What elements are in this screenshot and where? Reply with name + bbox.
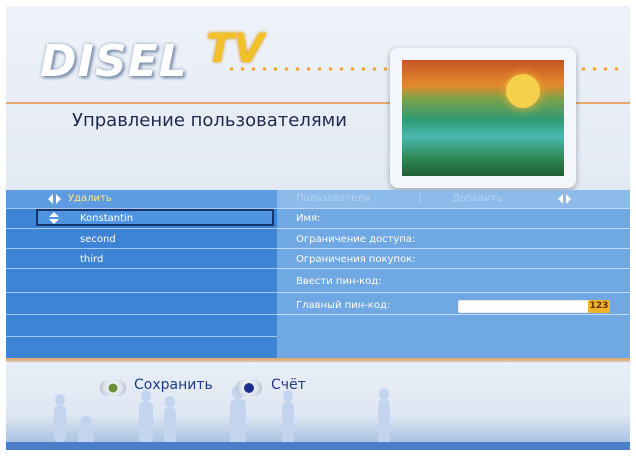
field-name-label: Имя:: [296, 213, 321, 224]
disel-tv-logo: DISEL TV: [40, 24, 280, 87]
tv-screen: DISEL TV Управление пользователями Удали…: [6, 6, 630, 450]
field-purchase-limit-label: Ограничения покупок:: [296, 254, 416, 265]
page-title: Управление пользователями: [72, 110, 347, 131]
user-list-header: [6, 190, 277, 208]
video-preview-frame: [390, 48, 576, 188]
row-divider: [6, 292, 277, 293]
user-list-item[interactable]: second: [80, 234, 116, 245]
preview-sun: [506, 74, 540, 108]
row-divider: [277, 268, 630, 269]
left-right-arrows-icon: [48, 194, 61, 204]
delete-action[interactable]: Удалить: [68, 193, 112, 204]
logo-main-text: DISEL: [40, 36, 188, 87]
pin-badge: 123: [588, 300, 610, 313]
field-access-limit-label: Ограничение доступа:: [296, 234, 416, 245]
tab-users[interactable]: Пользователи: [296, 193, 370, 204]
row-divider: [6, 268, 277, 269]
field-master-pin-label: Главный пин-код:: [296, 300, 391, 311]
user-list-item[interactable]: Konstantin: [80, 213, 133, 224]
account-button[interactable]: Счёт: [271, 377, 306, 393]
field-enter-pin-label: Ввести пин-код:: [296, 276, 382, 287]
row-divider: [277, 314, 630, 315]
row-divider: [6, 314, 277, 315]
save-button[interactable]: Сохранить: [134, 377, 213, 393]
video-preview: [402, 60, 564, 176]
green-button-icon[interactable]: [100, 380, 126, 396]
left-right-arrows-icon: [558, 194, 571, 204]
footer-strip: [6, 442, 630, 450]
row-divider: [277, 228, 630, 229]
row-divider: [277, 248, 630, 249]
people-silhouettes-decoration: [54, 385, 390, 450]
selected-user-row[interactable]: [36, 209, 274, 226]
tab-add[interactable]: Добавить: [452, 193, 502, 204]
row-divider: [277, 208, 630, 209]
tab-separator: |: [418, 193, 422, 204]
up-down-arrows-icon: [49, 212, 59, 224]
row-divider: [6, 336, 277, 337]
row-divider: [277, 292, 630, 293]
user-list-item[interactable]: third: [80, 254, 103, 265]
blue-button-icon[interactable]: [236, 380, 262, 396]
row-divider: [6, 248, 277, 249]
row-divider: [6, 228, 277, 229]
user-details-panel: [277, 190, 630, 358]
